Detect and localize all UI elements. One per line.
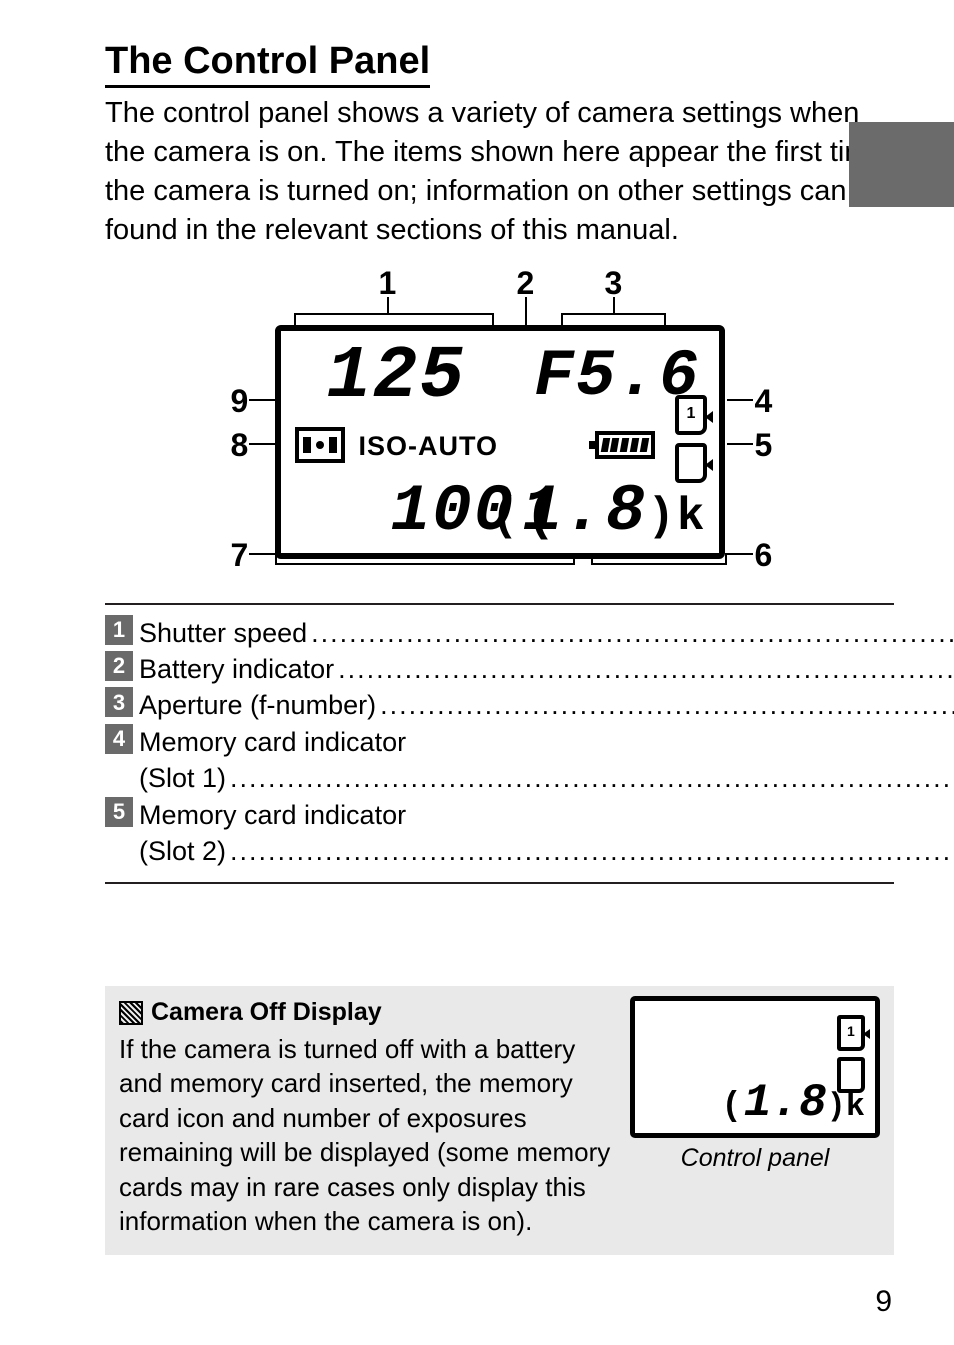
- legend-badge: 3: [105, 687, 133, 717]
- side-tab: [849, 122, 954, 207]
- legend-row: 4Memory card indicator: [105, 724, 954, 760]
- tip-box: Camera Off Display If the camera is turn…: [105, 986, 894, 1255]
- legend-row: 2Battery indicator 26: [105, 651, 954, 687]
- callout-8: 8: [231, 427, 249, 464]
- lcd-panel: 125 F5.6 ISO-AUTO 100 1.8)k: [275, 325, 725, 559]
- intro-paragraph: The control panel shows a variety of cam…: [105, 94, 894, 251]
- callout-9: 9: [231, 383, 249, 420]
- bracket-1: [294, 313, 494, 325]
- legend-row: 3Aperture (f-number) 54, 56: [105, 687, 954, 723]
- legend-badge: 4: [105, 724, 133, 754]
- mini-card-1-icon: [837, 1015, 865, 1051]
- legend-badge: 1: [105, 615, 133, 645]
- lcd-iso-auto-label: ISO-AUTO: [359, 431, 499, 462]
- metering-icon: [295, 427, 345, 463]
- legend-label: Memory card indicator: [139, 797, 954, 833]
- control-panel-diagram: 1 2 3 4 5 6 7 8 9 125 F5.6 ISO-AUTO: [169, 265, 831, 585]
- card-slot-1-icon: [675, 395, 707, 435]
- tip-body: If the camera is turned off with a batte…: [119, 1032, 612, 1239]
- page-number: 9: [875, 1285, 892, 1319]
- callout-4: 4: [755, 383, 773, 420]
- lcd-shutter-speed: 125: [327, 335, 466, 419]
- lead-9: [249, 399, 275, 401]
- callout-7: 7: [231, 537, 249, 574]
- legend-row: 5Memory card indicator: [105, 797, 954, 833]
- note-icon: [119, 1001, 143, 1025]
- legend-label: Shutter speed: [139, 615, 954, 651]
- lead-6a: [727, 553, 753, 555]
- callout-5: 5: [755, 427, 773, 464]
- lead-3: [613, 297, 615, 313]
- callout-6: 6: [755, 537, 773, 574]
- mini-caption: Control panel: [630, 1144, 880, 1173]
- legend-column-left: 1Shutter speed 53, 562Battery indicator …: [105, 615, 954, 870]
- legend-label: Aperture (f-number): [139, 687, 954, 723]
- mini-lcd-panel: 1.8)k: [630, 996, 880, 1138]
- legend-table: 1Shutter speed 53, 562Battery indicator …: [105, 603, 894, 884]
- legend-badge: 2: [105, 651, 133, 681]
- bracket-3: [561, 313, 666, 325]
- legend-label: Battery indicator: [139, 651, 954, 687]
- page-heading: The Control Panel: [105, 40, 430, 88]
- battery-icon: [595, 431, 655, 459]
- lead-7a: [249, 553, 275, 555]
- mini-exposures-remaining: 1.8)k: [721, 1077, 865, 1129]
- legend-label: (Slot 2): [139, 833, 954, 869]
- legend-row: (Slot 2) 27, 82: [105, 833, 954, 869]
- lead-5: [727, 443, 753, 445]
- lead-4: [727, 399, 753, 401]
- lcd-exposures-remaining: 1.8)k: [491, 474, 707, 549]
- legend-row: (Slot 1) 27, 82: [105, 760, 954, 796]
- legend-row: 1Shutter speed 53, 56: [105, 615, 954, 651]
- lead-8: [249, 443, 275, 445]
- lead-2: [525, 297, 527, 327]
- legend-label: Memory card indicator: [139, 724, 954, 760]
- legend-label: (Slot 1): [139, 760, 954, 796]
- legend-badge: 5: [105, 797, 133, 827]
- lead-1: [387, 297, 389, 313]
- tip-title: Camera Off Display: [119, 996, 612, 1029]
